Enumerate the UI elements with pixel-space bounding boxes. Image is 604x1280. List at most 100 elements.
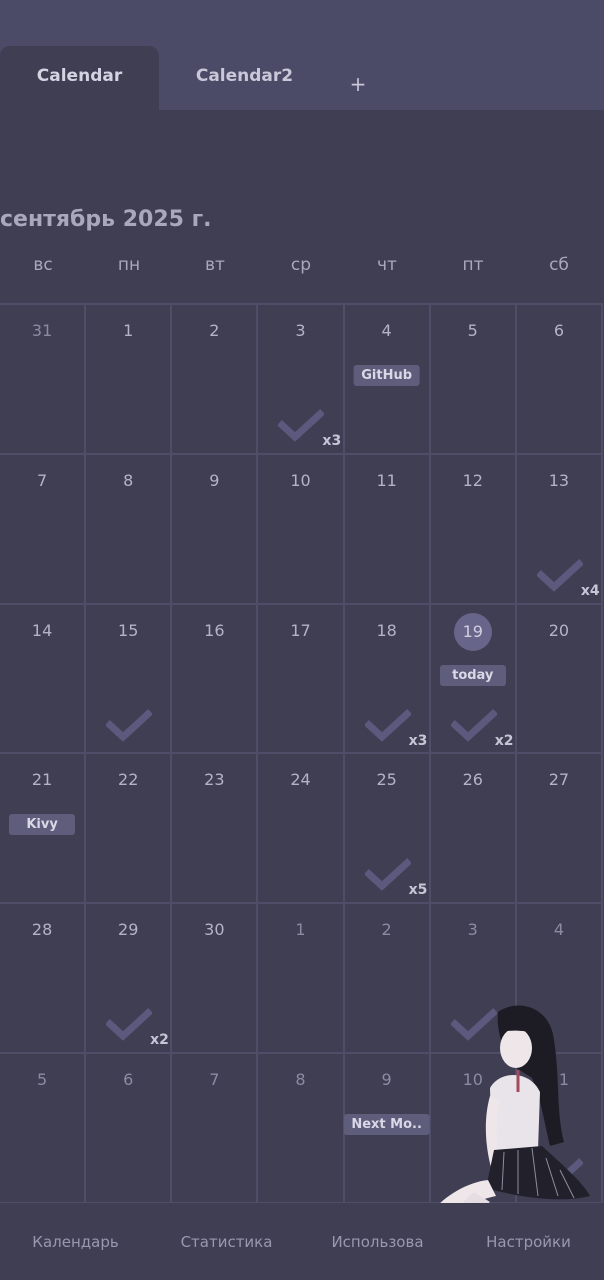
nav-calendar[interactable]: Календарь bbox=[0, 1233, 151, 1251]
day-number: 16 bbox=[204, 620, 225, 640]
nav-usage[interactable]: Использова bbox=[302, 1233, 453, 1251]
top-bar: Calendar Calendar2 + bbox=[0, 0, 604, 110]
calendar-day-cell[interactable]: 3 x3 bbox=[258, 305, 345, 455]
day-number: 4 bbox=[381, 321, 392, 340]
weekday-label: чт bbox=[377, 255, 397, 275]
checkmark-icon bbox=[364, 858, 411, 892]
day-number: 25 bbox=[376, 770, 397, 790]
day-number: 20 bbox=[548, 620, 570, 640]
day-number: 2 bbox=[381, 920, 392, 940]
day-number: 7 bbox=[36, 470, 48, 490]
day-number: 21 bbox=[31, 770, 53, 790]
add-tab-button[interactable]: + bbox=[340, 66, 376, 102]
day-number: 8 bbox=[123, 470, 134, 490]
calendar-day-cell[interactable]: 26 bbox=[430, 754, 517, 905]
calendar-day-cell[interactable]: 28 bbox=[0, 904, 87, 1055]
calendar-day-cell[interactable]: 10 bbox=[258, 454, 345, 605]
calendar-day-cell[interactable]: 6 bbox=[516, 305, 603, 455]
checkmark-icon bbox=[364, 708, 411, 742]
calendar-day-cell[interactable]: 1 bbox=[86, 305, 173, 455]
calendar-day-cell[interactable]: 16 bbox=[172, 604, 259, 755]
calendar-day-cell[interactable]: 30 bbox=[172, 904, 259, 1055]
day-number: 15 bbox=[118, 620, 139, 640]
day-number: 29 bbox=[118, 920, 139, 940]
event-tag[interactable]: Kivy bbox=[9, 814, 76, 836]
day-number: 18 bbox=[376, 620, 397, 640]
calendar-day-cell[interactable]: 5 bbox=[0, 1054, 87, 1204]
calendar-day-cell[interactable]: 6 bbox=[86, 1054, 173, 1204]
weekday-label: ср bbox=[290, 255, 312, 275]
calendar-day-cell[interactable]: 8 bbox=[258, 1054, 345, 1204]
month-title: сентябрь 2025 г. bbox=[0, 207, 212, 232]
calendar-day-cell[interactable]: 29 x2 bbox=[86, 904, 173, 1055]
calendar-day-cell[interactable]: 25 x5 bbox=[344, 754, 431, 905]
calendar-day-cell[interactable]: 19 today x2 bbox=[430, 604, 517, 755]
calendar-day-cell[interactable]: 2 bbox=[172, 305, 259, 455]
calendar-day-cell[interactable]: 23 bbox=[172, 754, 259, 905]
calendar-day-cell[interactable]: 7 bbox=[172, 1054, 259, 1204]
day-number: 9 bbox=[209, 470, 220, 490]
day-number: 24 bbox=[290, 770, 311, 790]
day-number: 5 bbox=[467, 321, 478, 340]
calendar-day-cell[interactable]: 5 bbox=[430, 305, 517, 455]
day-number: 23 bbox=[204, 770, 225, 790]
calendar-day-cell[interactable]: 24 bbox=[258, 754, 345, 905]
tab-calendar[interactable]: Calendar bbox=[0, 46, 159, 110]
weekday-label: пт bbox=[462, 255, 484, 275]
calendar-day-cell[interactable]: 17 bbox=[258, 604, 345, 755]
completion-count: x3 bbox=[408, 732, 428, 749]
calendar-day-cell[interactable]: 1 bbox=[258, 904, 345, 1055]
calendar-day-cell[interactable]: 9 bbox=[172, 454, 259, 605]
tab-calendar2[interactable]: Calendar2 bbox=[165, 46, 324, 110]
calendar-day-cell[interactable]: 4 GitHub bbox=[344, 305, 431, 455]
calendar-day-cell[interactable]: 14 bbox=[0, 604, 87, 755]
day-number: 26 bbox=[462, 770, 483, 790]
day-number: 30 bbox=[204, 920, 225, 940]
completion-count: x4 bbox=[580, 582, 600, 599]
calendar-day-cell[interactable]: 18 x3 bbox=[344, 604, 431, 755]
today-indicator: 19 bbox=[453, 612, 492, 651]
calendar-day-cell[interactable]: 13 x4 bbox=[516, 454, 603, 605]
day-number: 27 bbox=[548, 770, 570, 790]
day-number: 5 bbox=[36, 1070, 48, 1090]
day-number: 1 bbox=[295, 920, 306, 940]
bottom-navigation: Календарь Статистика Использова Настройк… bbox=[0, 1203, 604, 1280]
day-number: 2 bbox=[209, 321, 220, 340]
weekday-label: сб bbox=[549, 255, 569, 275]
completion-count: x2 bbox=[494, 732, 514, 749]
calendar-day-cell[interactable]: 20 bbox=[516, 604, 603, 755]
weekday-label: пн bbox=[117, 255, 141, 275]
event-tag[interactable]: GitHub bbox=[353, 365, 421, 386]
checkmark-icon bbox=[106, 1008, 153, 1042]
day-number: 6 bbox=[553, 321, 565, 340]
calendar-day-cell[interactable]: 12 bbox=[430, 454, 517, 605]
day-number: 22 bbox=[118, 770, 139, 790]
calendar-day-cell[interactable]: 31 bbox=[0, 305, 87, 455]
calendar-day-cell[interactable]: 21 Kivy bbox=[0, 754, 87, 905]
calendar-day-cell[interactable]: 22 bbox=[86, 754, 173, 905]
weekday-label: вс bbox=[33, 255, 53, 275]
calendar-day-cell[interactable]: 27 bbox=[516, 754, 603, 905]
day-number: 14 bbox=[31, 620, 53, 640]
day-number: 11 bbox=[376, 470, 397, 490]
event-tag[interactable]: today bbox=[439, 664, 506, 686]
day-number: 7 bbox=[209, 1070, 220, 1090]
checkmark-icon bbox=[450, 708, 497, 742]
calendar-day-cell[interactable]: 7 bbox=[0, 454, 87, 605]
day-number: 8 bbox=[295, 1070, 306, 1090]
nav-statistics[interactable]: Статистика bbox=[151, 1233, 302, 1251]
day-number: 28 bbox=[31, 920, 53, 940]
day-number: 3 bbox=[467, 920, 478, 940]
nav-settings[interactable]: Настройки bbox=[453, 1233, 604, 1251]
checkmark-icon bbox=[278, 409, 325, 442]
checkmark-icon bbox=[106, 708, 153, 742]
calendar-day-cell[interactable]: 11 bbox=[344, 454, 431, 605]
completion-count: x5 bbox=[408, 882, 428, 899]
checkmark-icon bbox=[536, 558, 583, 592]
day-number: 4 bbox=[553, 920, 565, 940]
day-number: 1 bbox=[123, 321, 134, 340]
day-number: 10 bbox=[290, 470, 311, 490]
calendar-day-cell[interactable]: 8 bbox=[86, 454, 173, 605]
weekday-label: вт bbox=[205, 255, 225, 275]
calendar-day-cell[interactable]: 15 bbox=[86, 604, 173, 755]
